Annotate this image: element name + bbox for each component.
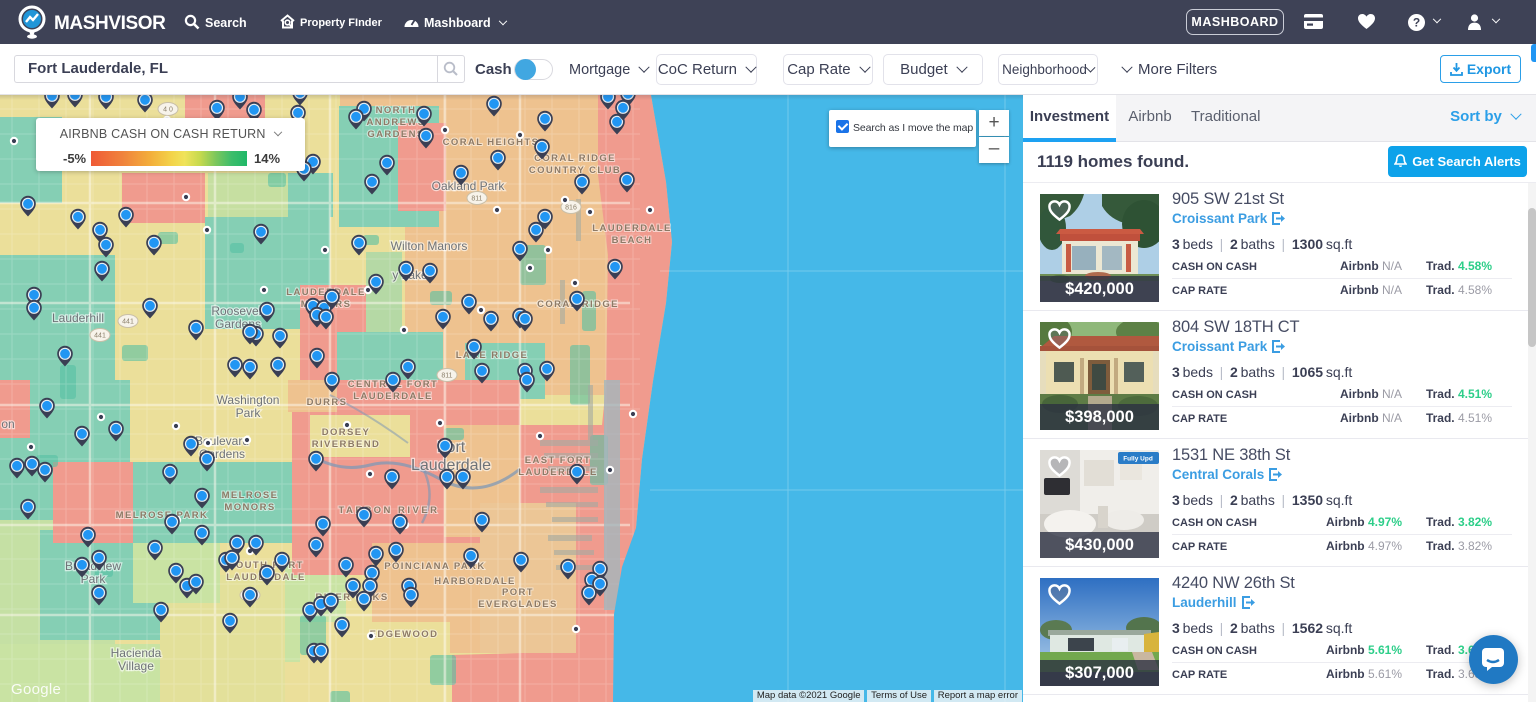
svg-text:Washington: Washington — [217, 393, 280, 407]
svg-text:EVERGLADES: EVERGLADES — [478, 599, 557, 610]
svg-text:GARDENS: GARDENS — [367, 129, 424, 140]
svg-text:CORAL RIDGE: CORAL RIDGE — [534, 153, 616, 164]
svg-text:816: 816 — [565, 205, 577, 212]
svg-text:Wilton Manors: Wilton Manors — [391, 239, 468, 253]
svg-text:PORT: PORT — [502, 587, 534, 598]
svg-text:Park: Park — [236, 406, 262, 420]
svg-text:Roosevelt: Roosevelt — [211, 304, 265, 318]
svg-text:HARBORDALE: HARBORDALE — [434, 576, 516, 587]
svg-text:COUNTRY CLUB: COUNTRY CLUB — [529, 165, 621, 176]
svg-text:DURRS: DURRS — [307, 397, 348, 408]
svg-text:LAUDERDALE: LAUDERDALE — [353, 391, 432, 402]
svg-text:LAUDERDALE: LAUDERDALE — [592, 223, 671, 234]
svg-text:MELROSE PARK: MELROSE PARK — [116, 510, 209, 521]
svg-text:Village: Village — [118, 659, 154, 673]
svg-text:4 0: 4 0 — [163, 107, 173, 114]
svg-text:Boulevard: Boulevard — [195, 434, 249, 448]
svg-text:441: 441 — [122, 319, 134, 326]
svg-text:441: 441 — [94, 333, 106, 340]
svg-text:LAUDERDALE: LAUDERDALE — [518, 467, 597, 478]
svg-text:MONORS: MONORS — [224, 502, 275, 513]
svg-text:?: ? — [1413, 16, 1420, 30]
svg-text:on: on — [1, 417, 14, 431]
svg-text:EAST FORT: EAST FORT — [525, 455, 591, 466]
svg-text:MELROSE: MELROSE — [222, 490, 279, 501]
svg-text:Lauderhill: Lauderhill — [52, 311, 104, 325]
svg-text:LAKE RIDGE: LAKE RIDGE — [456, 350, 529, 361]
svg-text:811: 811 — [441, 373, 452, 380]
svg-text:BEACH: BEACH — [612, 235, 653, 246]
svg-text:811: 811 — [471, 196, 482, 203]
svg-text:EDGEWOOD: EDGEWOOD — [370, 629, 439, 640]
svg-text:Fully Upd: Fully Upd — [1123, 456, 1153, 463]
svg-text:RIVERBEND: RIVERBEND — [312, 439, 381, 450]
svg-text:NORTH: NORTH — [376, 105, 417, 116]
svg-text:ANDREWS: ANDREWS — [367, 117, 426, 128]
svg-text:Hacienda: Hacienda — [111, 646, 162, 660]
svg-text:TARPON RIVER: TARPON RIVER — [338, 505, 439, 516]
svg-text:CORAL HEIGHTS: CORAL HEIGHTS — [443, 137, 540, 148]
svg-text:Oakland Park: Oakland Park — [432, 179, 506, 193]
